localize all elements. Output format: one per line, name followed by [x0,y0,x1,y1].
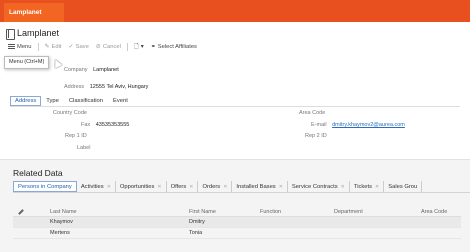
table-row[interactable]: Khaymov Dmitry [13,217,461,228]
link-icon: ⚭ [150,43,156,50]
chevron-down-icon: ▾ [140,43,144,50]
checkmark-icon: ✓ [68,43,74,50]
tab-label: Opportunities [119,183,155,190]
column-header-department[interactable]: Department [334,209,421,215]
edit-button[interactable]: ✎ Edit [43,44,64,50]
address-label: Address [64,84,85,90]
save-button[interactable]: ✓ Save [67,44,91,50]
fax-value: 43535353555 [95,122,130,128]
pencil-icon [18,209,24,215]
tab-persons-in-company[interactable]: Persons in Company [13,181,77,192]
page-header: Lamplanet [6,27,60,40]
close-icon[interactable]: ✕ [375,184,379,190]
close-icon[interactable]: ✕ [223,184,227,190]
page-title: Lamplanet [17,28,60,38]
tab-label: Persons in Company [18,183,72,190]
close-icon[interactable]: ✕ [341,184,345,190]
tab-opportunities[interactable]: Opportunities ✕ [116,181,167,192]
company-field: Company Lamplanet [64,67,119,73]
grid-header: Last Name First Name Function Department… [13,208,461,217]
email-field: E-mail dmitry.khaymov2@aurea.com [311,122,405,128]
tab-classification[interactable]: Classification [64,96,108,106]
tab-installed-bases[interactable]: Installed Bases ✕ [232,181,288,192]
cell-last-name: Mertens [50,230,70,236]
email-label: E-mail [311,122,327,128]
toolbar-divider [126,42,128,51]
toolbar: Menu ✎ Edit ✓ Save ⊘ Cancel 🗋 ▾ ⚭ Select… [6,41,199,52]
company-book-icon [6,28,15,40]
tab-event[interactable]: Event [108,96,133,106]
tab-sales-group[interactable]: Sales Grou [384,181,423,192]
hamburger-menu-icon [8,44,15,49]
related-tabs-divider [13,192,470,193]
column-header-first-name[interactable]: First Name [189,209,260,215]
country-code-label: Country Code [53,110,87,116]
menu-button-label: Menu [17,43,32,50]
tab-service-contracts[interactable]: Service Contracts ✕ [288,181,350,192]
table-row[interactable]: Mertens Tonia [13,228,461,239]
toolbar-divider [37,42,39,51]
fax-label: Fax [81,122,91,128]
cell-first-name: Tonia [189,230,203,236]
pencil-icon: ✎ [44,43,50,50]
menu-tooltip: Menu (Ctrl+M) [4,56,50,69]
document-dropdown-button[interactable]: 🗋 ▾ [132,44,146,50]
tab-label: Orders [202,183,221,190]
tab-label: Service Contracts [291,183,338,190]
select-affiliates-button[interactable]: ⚭ Select Affiliates [149,44,199,50]
menu-button[interactable]: Menu [6,44,34,50]
close-icon[interactable]: ✕ [157,184,161,190]
close-icon[interactable]: ✕ [189,184,193,190]
label-label: Label [77,145,91,151]
detail-tabs: Address Type Classification Event [10,96,133,106]
app-tab-bar: Lamplanet [0,0,470,22]
related-tabs: Persons in Company Activities ✕ Opportuni… [13,181,423,192]
persons-grid: Last Name First Name Function Department… [13,208,461,239]
column-header-function[interactable]: Function [260,209,334,215]
tab-label: Offers [170,183,187,190]
rep1-label: Rep 1 ID [65,133,87,139]
tab-label: Sales Grou [388,183,418,190]
cancel-button-label: Cancel [102,43,121,50]
column-header-last-name[interactable]: Last Name [50,209,189,215]
company-value: Lamplanet [93,67,119,73]
tab-address[interactable]: Address [10,96,42,106]
tabs-divider [10,106,460,107]
mouse-cursor-icon [51,57,63,69]
tab-orders[interactable]: Orders ✕ [198,181,233,192]
tab-label: Activities [80,183,104,190]
edit-button-label: Edit [51,43,62,50]
cell-last-name: Khaymov [50,219,73,225]
email-link[interactable]: dmitry.khaymov2@aurea.com [332,122,405,128]
rep2-label: Rep 2 ID [305,133,327,139]
tab-tickets[interactable]: Tickets ✕ [350,181,385,192]
document-icon: 🗋 [133,43,139,50]
save-button-label: Save [75,43,89,50]
tab-label: Tickets [353,183,373,190]
address-value: 12555 Tel Aviv, Hungary [89,84,149,90]
cell-first-name: Dmitry [189,219,205,225]
cancel-button[interactable]: ⊘ Cancel [94,44,123,50]
address-field: Address 12555 Tel Aviv, Hungary [64,84,148,90]
close-icon[interactable]: ✕ [279,184,283,190]
edit-column-header [13,209,50,215]
related-data-title: Related Data [13,168,63,178]
company-label: Company [64,67,88,73]
select-affiliates-label: Select Affiliates [157,43,197,50]
tab-offers[interactable]: Offers ✕ [167,181,199,192]
close-icon[interactable]: ✕ [107,184,111,190]
tab-label: Installed Bases [236,183,276,190]
fax-field: Fax 43535353555 [81,122,129,128]
tab-activities[interactable]: Activities ✕ [77,181,116,192]
area-code-label: Area Code [299,110,326,116]
tab-type[interactable]: Type [41,96,64,106]
cancel-circle-icon: ⊘ [95,43,101,50]
column-header-area-code[interactable]: Area Code [421,209,461,215]
tab-lamplanet[interactable]: Lamplanet [4,3,64,22]
